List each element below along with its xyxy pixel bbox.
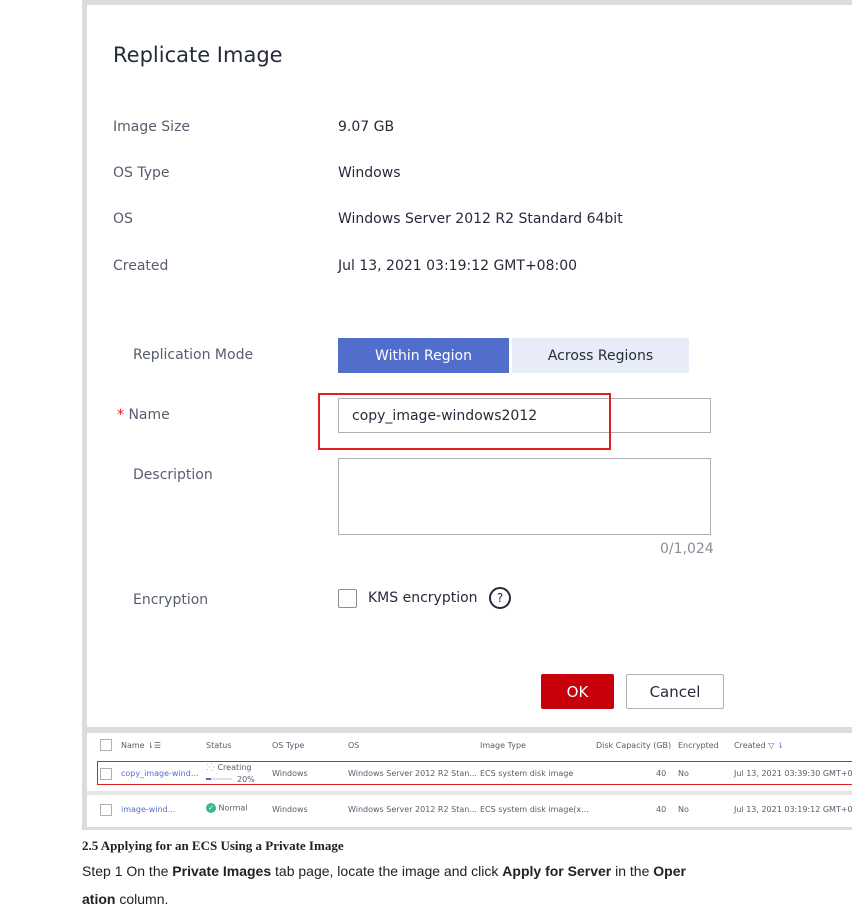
filter-icon: ▽ [768,741,775,750]
created-cell: Jul 13, 2021 03:39:30 GMT+08:00 [734,769,852,778]
os-type-cell: Windows [272,769,308,778]
image-name-link[interactable]: image-wind... [121,805,175,814]
created-value: Jul 13, 2021 03:19:12 GMT+08:00 [338,258,578,274]
table-row: image-wind... ✓ Normal Windows Windows S… [87,795,852,825]
check-circle-icon: ✓ [206,803,216,813]
table-header: Name ⇂☰ Status OS Type OS Image Type Dis… [87,733,852,757]
col-encrypted: Encrypted [678,741,719,750]
col-os: OS [348,741,360,750]
encryption-label: Encryption [133,592,209,608]
highlight-box [318,393,611,450]
disk-cell: 40 [656,805,667,814]
cancel-button[interactable]: Cancel [626,674,724,709]
replication-mode-label: Replication Mode [133,347,254,363]
os-cell: Windows Server 2012 R2 Stan... [348,805,477,814]
table-row: copy_image-wind... ⁚⁛ Creating 20% Windo… [87,760,852,787]
description-counter: 0/1,024 [660,541,714,557]
required-mark: * [117,407,124,423]
row-checkbox[interactable] [100,804,112,816]
image-name-link[interactable]: copy_image-wind... [121,769,198,778]
col-name[interactable]: Name ⇂☰ [121,741,161,750]
kms-checkbox[interactable] [338,589,357,608]
status-normal: ✓ Normal [206,803,248,813]
step-text-line1: Step 1 On the Private Images tab page, l… [82,863,686,879]
created-label: Created [113,258,169,274]
help-icon[interactable]: ? [489,587,511,609]
disk-cell: 40 [656,769,667,778]
image-type-cell: ECS system disk image [480,769,574,778]
col-created[interactable]: Created ▽ ⇂ [734,741,784,750]
step-text-line2: ation column. [82,891,169,907]
select-all-checkbox[interactable] [100,739,112,751]
encrypted-cell: No [678,769,689,778]
col-os-type: OS Type [272,741,305,750]
dialog-title: Replicate Image [113,43,283,67]
os-type-value: Windows [338,165,401,181]
progress-bar [206,778,232,780]
sort-icon: ⇂☰ [147,741,162,750]
description-label: Description [133,467,213,483]
ok-button[interactable]: OK [541,674,614,709]
os-type-cell: Windows [272,805,308,814]
row-checkbox[interactable] [100,768,112,780]
tab-within-region[interactable]: Within Region [338,338,509,373]
kms-encryption-label: KMS encryption [368,590,478,606]
os-value: Windows Server 2012 R2 Standard 64bit [338,211,623,227]
os-label: OS [113,211,133,227]
os-type-label: OS Type [113,165,170,181]
section-heading: 2.5 Applying for an ECS Using a Private … [82,838,344,853]
created-cell: Jul 13, 2021 03:19:12 GMT+08:00 [734,805,852,814]
col-image-type: Image Type [480,741,526,750]
name-label: Name [128,407,170,423]
col-status: Status [206,741,232,750]
os-cell: Windows Server 2012 R2 Stan... [348,769,477,778]
sort-icon: ⇂ [776,741,784,750]
image-size-label: Image Size [113,119,191,135]
images-table: Name ⇂☰ Status OS Type OS Image Type Dis… [87,733,852,827]
description-textarea[interactable] [338,458,711,535]
progress-text: 20% [237,775,255,784]
image-size-value: 9.07 GB [338,119,395,135]
status-creating: ⁚⁛ Creating [206,763,252,772]
col-disk-capacity: Disk Capacity (GB) [596,741,672,750]
image-type-cell: ECS system disk image(x... [480,805,589,814]
replicate-image-dialog: Replicate Image Image Size 9.07 GB OS Ty… [87,5,852,727]
spinner-icon: ⁚⁛ [206,763,215,772]
encrypted-cell: No [678,805,689,814]
tab-across-regions[interactable]: Across Regions [512,338,689,373]
